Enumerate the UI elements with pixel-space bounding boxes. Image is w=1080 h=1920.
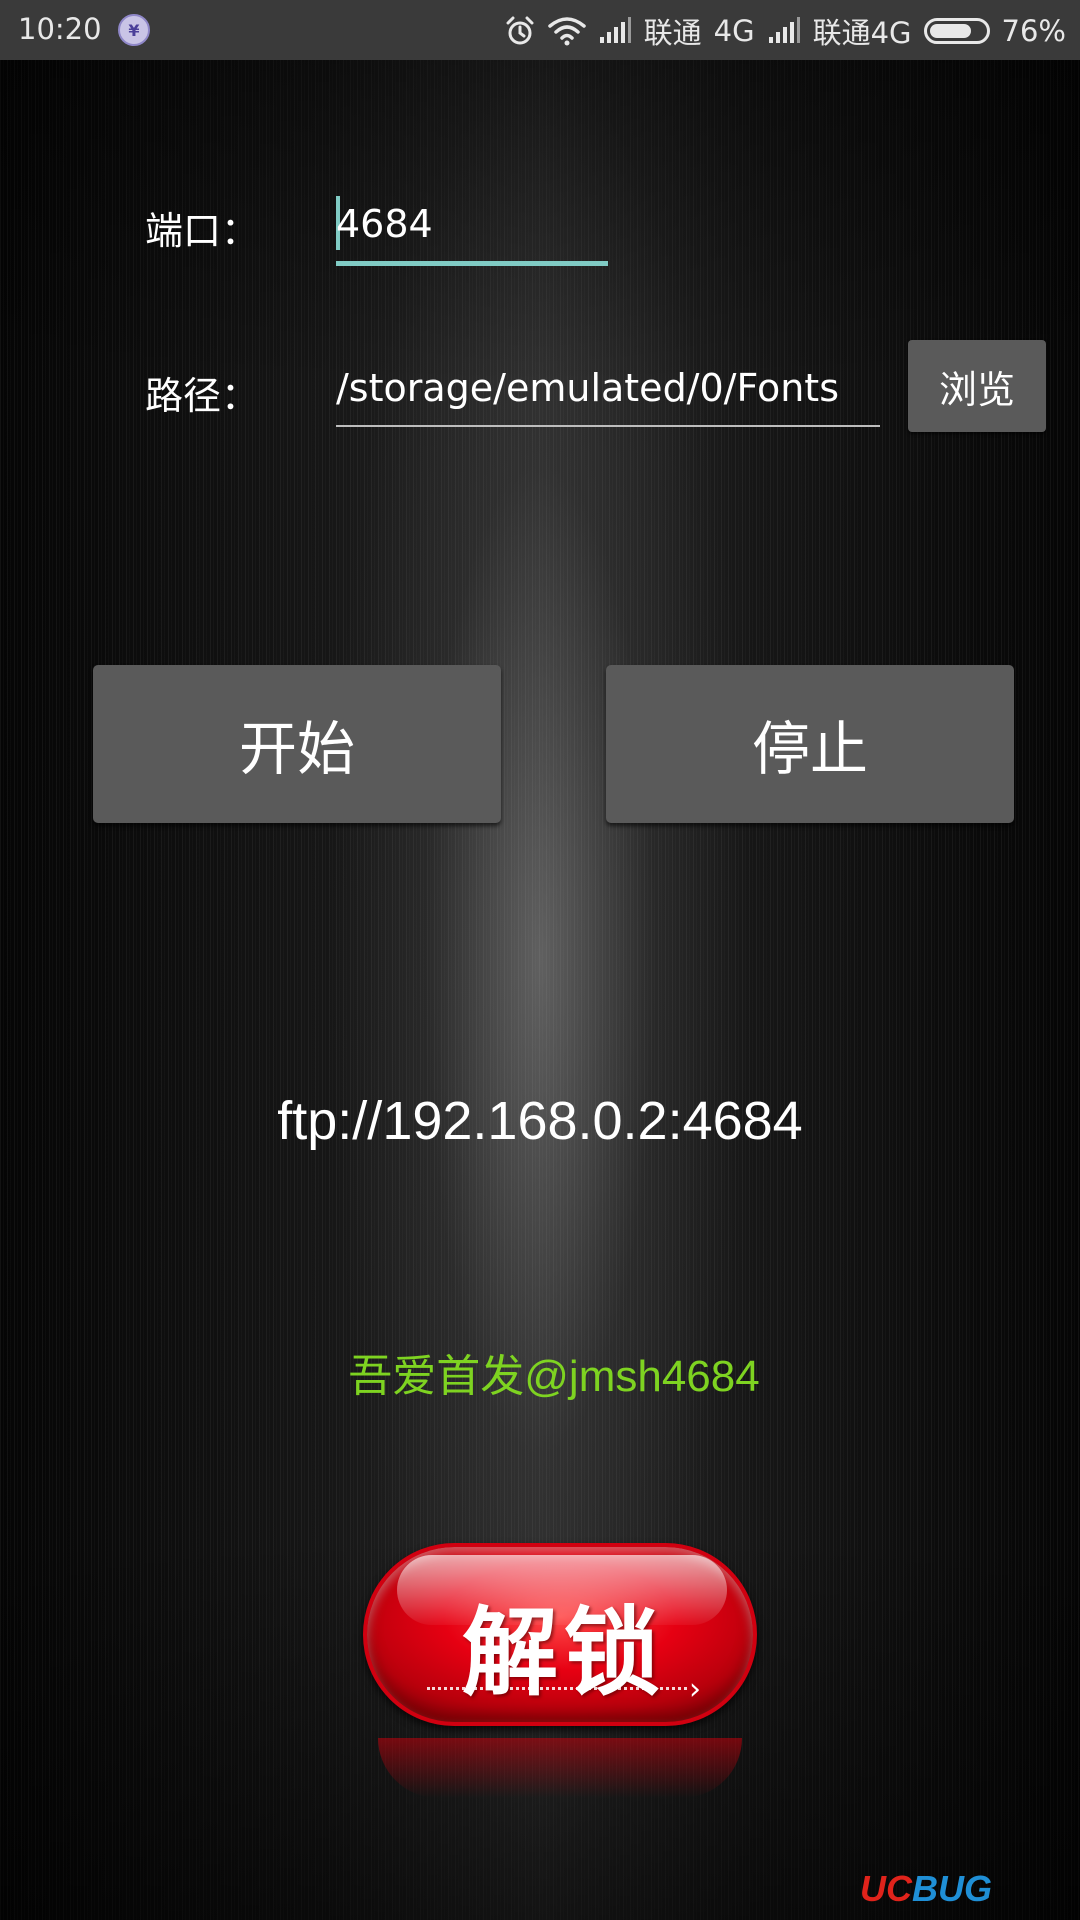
wifi-icon [547,16,586,46]
battery-outline [923,18,990,44]
ftp-address-text: ftp://192.168.0.2:4684 [277,1091,803,1151]
status-time: 10:20 [18,12,102,46]
stop-button[interactable]: 停止 [606,665,1014,823]
watermark-logo: UCBUG [860,1868,992,1910]
unlock-dotted-line [427,1687,687,1690]
watermark-bug: BUG [912,1868,992,1909]
chevron-right-icon: › [689,1672,701,1707]
path-input[interactable] [336,360,880,416]
port-label: 端口： [145,209,260,253]
carrier-1: 联通 [643,16,702,50]
signal-icon [598,17,632,45]
yen-shield-icon: ¥ [118,14,150,46]
alarm-icon [504,15,536,47]
unlock-button[interactable]: 解锁 › [363,1543,757,1726]
path-input-underline [336,425,880,427]
credit-text: 吾爱首发@jmsh4684 [348,1352,760,1401]
battery-fill [929,24,971,38]
signal-icon [767,17,801,45]
battery-percent: 76% [1001,14,1066,48]
watermark-uc: UC [860,1868,912,1909]
port-input[interactable] [336,196,606,252]
network-type-1: 4G [713,14,755,48]
status-right-group: 联通 4G 联通4G 76% [504,10,1066,52]
browse-button[interactable]: 浏览 [908,340,1046,432]
status-bar: 10:20 ¥ 联通 4G 联通4G 76% [0,0,1080,60]
path-label: 路径： [145,374,260,418]
battery-icon [923,18,990,44]
unlock-reflection [378,1738,742,1798]
port-input-underline [336,261,608,266]
start-button[interactable]: 开始 [93,665,501,823]
carrier-2: 联通4G [812,16,912,50]
